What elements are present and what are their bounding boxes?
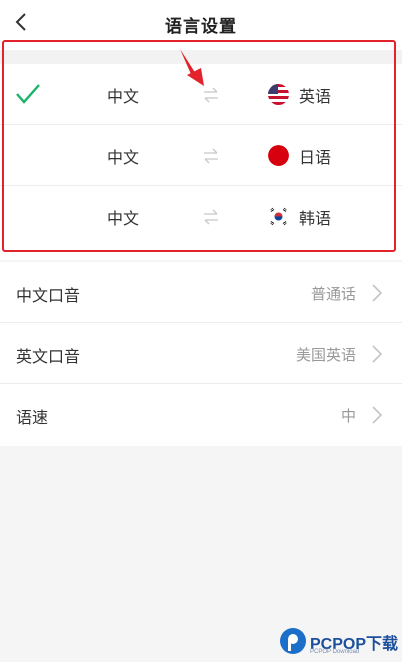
settings-row-speech-speed[interactable]: 语速 中 bbox=[0, 384, 402, 445]
chevron-right-icon bbox=[372, 406, 383, 424]
annotation-arrow-icon bbox=[180, 49, 204, 86]
settings-row-chinese-accent[interactable]: 中文口音 普通话 bbox=[0, 262, 402, 323]
setting-value: 美国英语 bbox=[295, 346, 356, 364]
setting-label: 语速 bbox=[16, 408, 49, 427]
pcpop-watermark: PCPOP下载 PCPOP Download bbox=[276, 624, 402, 662]
watermark-subtext: PCPOP Download bbox=[310, 649, 360, 655]
settings-row-english-accent[interactable]: 英文口音 美国英语 bbox=[0, 323, 402, 384]
chevron-right-icon bbox=[372, 284, 383, 302]
chevron-right-icon bbox=[372, 345, 383, 363]
pcpop-logo-icon bbox=[280, 628, 306, 654]
setting-label: 英文口音 bbox=[16, 347, 81, 366]
setting-label: 中文口音 bbox=[16, 286, 81, 305]
voice-settings-list: 中文口音 普通话 英文口音 美国英语 语速 中 bbox=[0, 262, 402, 446]
setting-value: 普通话 bbox=[310, 285, 356, 303]
setting-value: 中 bbox=[340, 407, 356, 425]
page-title: 语言设置 bbox=[165, 17, 237, 37]
